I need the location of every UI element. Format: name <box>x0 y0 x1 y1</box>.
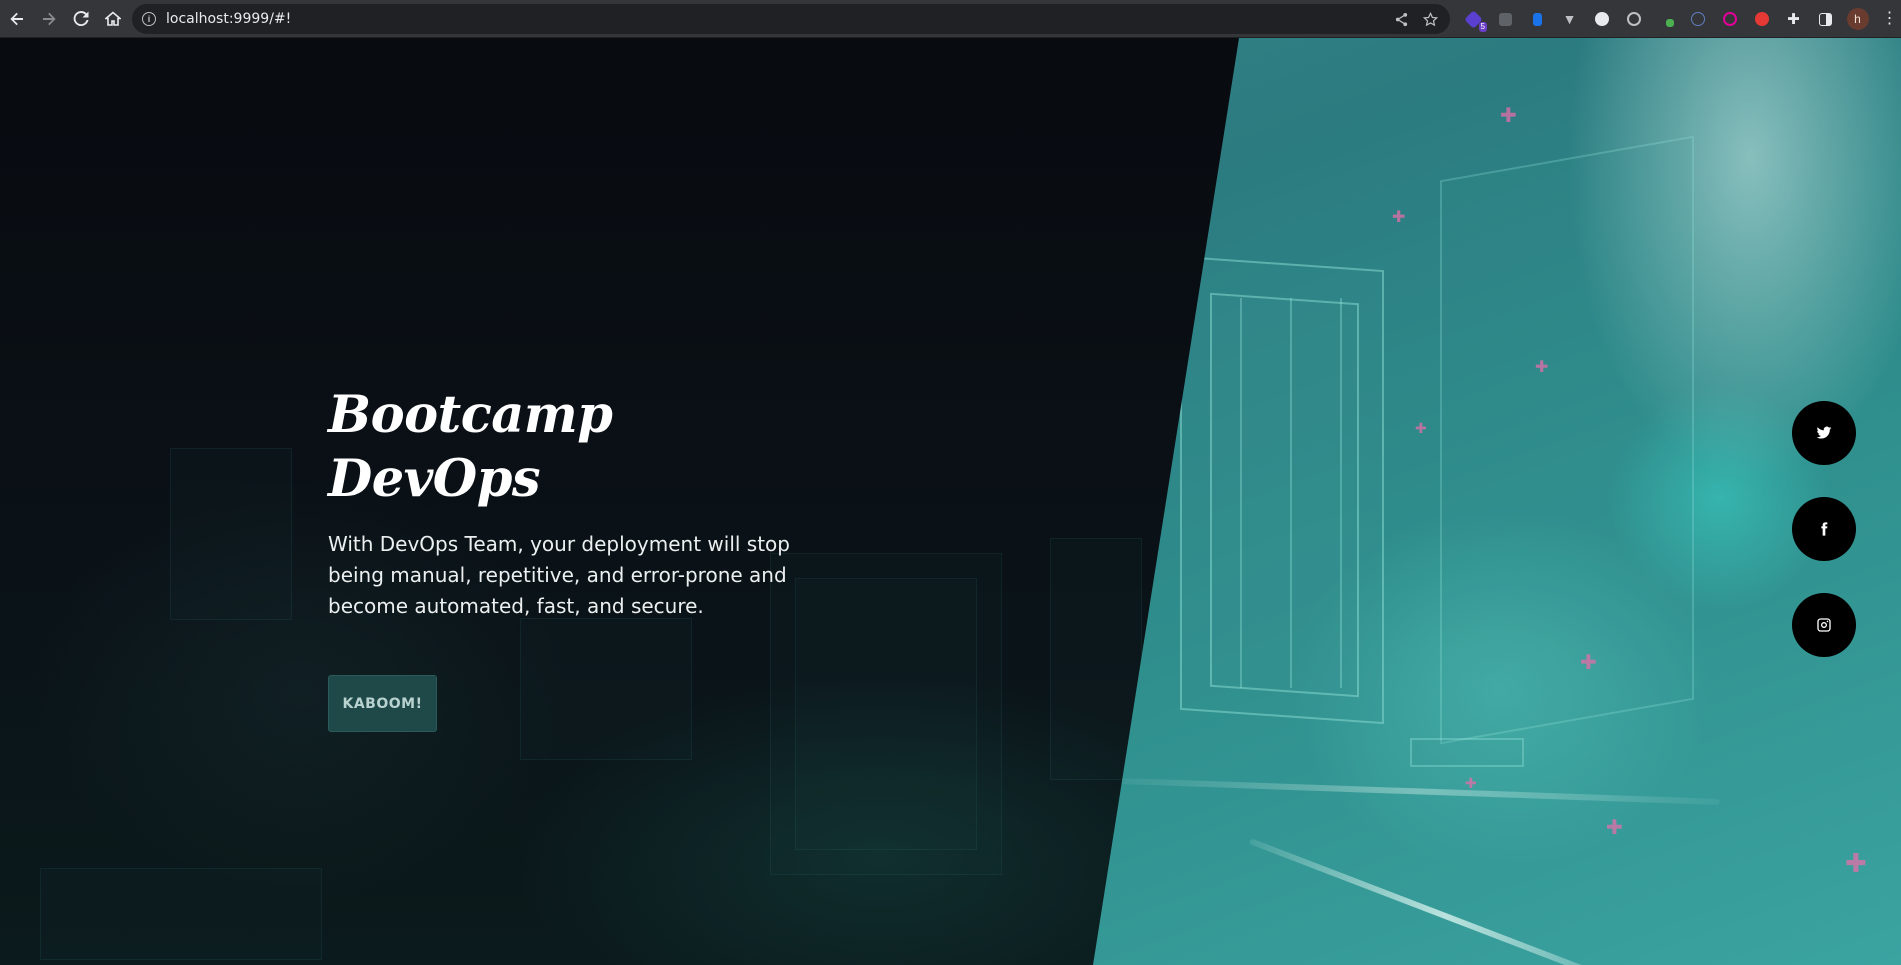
instagram-icon <box>1817 618 1831 632</box>
browser-toolbar: i localhost:9999/#! 5 ▼ ✚ h ⋮ <box>0 0 1901 38</box>
site-info-icon[interactable]: i <box>142 12 156 26</box>
hero-section: Bootcamp DevOps With DevOps Team, your d… <box>328 383 808 732</box>
arrow-left-icon <box>10 12 23 25</box>
twitter-button[interactable] <box>1792 401 1856 465</box>
address-bar[interactable]: i localhost:9999/#! <box>132 4 1450 34</box>
reload-button[interactable] <box>66 4 96 34</box>
extension-target-icon[interactable] <box>1622 8 1645 31</box>
extension-stack-icon[interactable]: 5 <box>1462 8 1487 32</box>
arrow-right-icon <box>43 12 56 25</box>
bookmark-star-icon[interactable] <box>1423 11 1438 27</box>
extension-blue-icon[interactable] <box>1526 8 1549 31</box>
hero-description: With DevOps Team, your deployment will s… <box>328 532 790 618</box>
extension-vue-icon[interactable]: ▼ <box>1558 8 1581 31</box>
extension-badge: 5 <box>1478 21 1487 32</box>
facebook-button[interactable] <box>1792 497 1856 561</box>
reload-icon <box>73 10 89 26</box>
back-button[interactable] <box>2 4 32 34</box>
forward-button[interactable] <box>34 4 64 34</box>
extension-circle-icon[interactable] <box>1590 8 1613 31</box>
profile-avatar[interactable]: h <box>1846 8 1869 31</box>
url-text: localhost:9999/#! <box>166 11 292 27</box>
extension-graphql-icon[interactable] <box>1718 8 1741 31</box>
hero-title: Bootcamp DevOps <box>328 385 613 509</box>
twitter-icon <box>1816 426 1832 439</box>
extension-red-icon[interactable] <box>1750 8 1773 31</box>
home-button[interactable] <box>98 4 128 34</box>
instagram-button[interactable] <box>1792 593 1856 657</box>
landing-page: ✚ ✚ ✚ ✚ ✚ ✚ ✚ ✚ Bootcamp DevOps With Dev… <box>0 38 1901 965</box>
side-panel-icon[interactable] <box>1814 8 1837 31</box>
extensions-puzzle-icon[interactable]: ✚ <box>1782 8 1805 31</box>
extension-pen-icon[interactable] <box>1654 8 1677 31</box>
extension-recycle-icon[interactable] <box>1494 8 1517 31</box>
kaboom-button[interactable]: KABOOM! <box>328 675 437 732</box>
extension-a-icon[interactable] <box>1686 8 1709 31</box>
home-icon <box>105 10 121 26</box>
share-icon[interactable] <box>1394 12 1409 27</box>
social-links <box>1792 401 1856 657</box>
browser-menu-icon[interactable]: ⋮ <box>1878 8 1901 31</box>
extensions-bar: 5 ▼ ✚ h ⋮ <box>1462 4 1901 34</box>
facebook-icon <box>1821 522 1828 536</box>
